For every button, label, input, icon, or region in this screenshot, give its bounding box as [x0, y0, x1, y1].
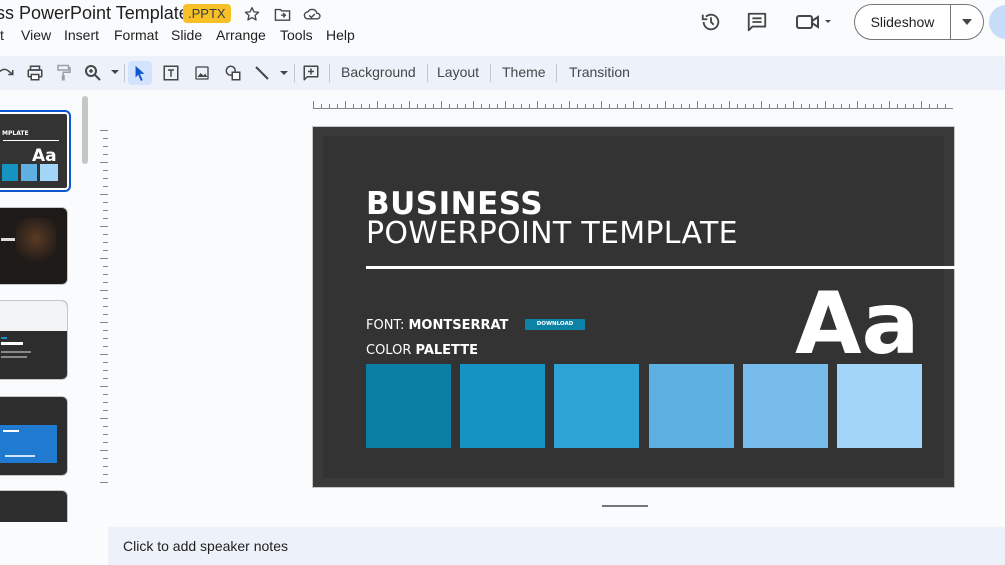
- menu-format[interactable]: Format: [114, 27, 158, 43]
- palette-swatch-6[interactable]: [837, 364, 922, 448]
- menu-edit[interactable]: t: [0, 27, 4, 43]
- slideshow-label[interactable]: Slideshow: [855, 5, 951, 39]
- slide-thumbnail-1[interactable]: MPLATE Aa: [0, 110, 71, 192]
- color-prefix: COLOR: [366, 343, 416, 358]
- background-button[interactable]: Background: [341, 64, 416, 80]
- star-icon[interactable]: [241, 3, 263, 25]
- vertical-ruler[interactable]: [99, 130, 109, 490]
- menu-arrange[interactable]: Arrange: [216, 27, 266, 43]
- thumbnail-text-line: [3, 430, 19, 432]
- select-arrow-icon[interactable]: [128, 61, 152, 85]
- redo-icon[interactable]: [0, 61, 18, 85]
- line-icon[interactable]: [252, 61, 292, 85]
- toolbar-divider: [427, 64, 428, 82]
- menu-tools[interactable]: Tools: [280, 27, 313, 43]
- menu-slide[interactable]: Slide: [171, 27, 202, 43]
- slide-thumbnail-3[interactable]: [0, 300, 68, 380]
- slideshow-button[interactable]: Slideshow: [854, 4, 984, 40]
- palette-swatch-4[interactable]: [649, 364, 734, 448]
- paint-format-icon[interactable]: [52, 61, 76, 85]
- toolbar-divider: [329, 64, 330, 82]
- toolbar-divider: [490, 64, 491, 82]
- slide-thumbnail-4[interactable]: [0, 396, 68, 476]
- filmstrip-scrollbar[interactable]: [82, 96, 88, 164]
- slide-font-label[interactable]: FONT: MONTSERRAT: [366, 318, 508, 333]
- palette-swatch-3[interactable]: [554, 364, 639, 448]
- thumbnail-divider: [3, 140, 59, 141]
- thumbnail-text-line: [5, 455, 35, 457]
- shape-icon[interactable]: [221, 61, 245, 85]
- slide-aa-sample[interactable]: Aa: [795, 281, 920, 367]
- horizontal-ruler[interactable]: [313, 99, 953, 109]
- document-title[interactable]: ss PowerPoint Template: [0, 3, 189, 24]
- toolbar-divider: [556, 64, 557, 82]
- menu-insert[interactable]: Insert: [64, 27, 99, 43]
- meet-camera-icon[interactable]: [793, 8, 833, 36]
- text-box-icon[interactable]: [159, 61, 183, 85]
- slide-filmstrip: MPLATE Aa: [0, 92, 92, 522]
- slide-thumbnail-2[interactable]: [0, 207, 68, 285]
- menu-help[interactable]: Help: [326, 27, 355, 43]
- slide-color-label[interactable]: COLOR PALETTE: [366, 343, 478, 358]
- slide-download-button[interactable]: DOWNLOAD: [525, 319, 585, 330]
- thumbnail-text-line: [1, 238, 15, 241]
- slideshow-dropdown-icon[interactable]: [951, 19, 983, 25]
- slide-background: BUSINESS POWERPOINT TEMPLATE Aa FONT: MO…: [323, 136, 956, 478]
- theme-button[interactable]: Theme: [502, 64, 546, 80]
- palette-swatch-2[interactable]: [460, 364, 545, 448]
- thumbnail-accent: [1, 337, 7, 339]
- slide-thumbnail-5[interactable]: [0, 490, 68, 522]
- file-type-badge: .PPTX: [183, 4, 231, 23]
- speaker-notes-placeholder[interactable]: Click to add speaker notes: [123, 538, 288, 554]
- thumbnail-swatch: [40, 164, 58, 181]
- toolbar-divider: [124, 64, 125, 82]
- palette-swatch-5[interactable]: [743, 364, 828, 448]
- thumbnail-text-line: [1, 342, 23, 345]
- thumbnail-photo: [16, 218, 56, 268]
- thumbnail-text-line: [1, 356, 27, 358]
- color-word: PALETTE: [415, 343, 478, 358]
- font-name: MONTSERRAT: [408, 318, 509, 333]
- palette-swatch-1[interactable]: [366, 364, 451, 448]
- font-prefix: FONT:: [366, 318, 409, 333]
- thumbnail-text-line: [1, 351, 31, 353]
- add-comment-icon[interactable]: [299, 61, 323, 85]
- layout-button[interactable]: Layout: [437, 64, 479, 80]
- menu-view[interactable]: View: [21, 27, 51, 43]
- move-to-folder-icon[interactable]: [271, 3, 293, 25]
- thumbnail-swatch: [2, 164, 18, 181]
- slide-divider-line[interactable]: [366, 266, 956, 269]
- toolbar-divider: [294, 64, 295, 82]
- zoom-icon[interactable]: [82, 61, 122, 85]
- thumbnail-title-text: MPLATE: [2, 130, 29, 137]
- version-history-icon[interactable]: [697, 8, 725, 36]
- thumbnail-image-area: [0, 301, 67, 331]
- cloud-saved-icon[interactable]: [301, 3, 323, 25]
- print-icon[interactable]: [23, 61, 47, 85]
- comments-icon[interactable]: [743, 8, 771, 36]
- current-slide[interactable]: BUSINESS POWERPOINT TEMPLATE Aa FONT: MO…: [312, 126, 956, 488]
- thumbnail-swatch: [21, 164, 37, 181]
- thumbnail-aa: Aa: [32, 146, 57, 166]
- slide-title-line2[interactable]: POWERPOINT TEMPLATE: [366, 216, 738, 251]
- transition-button[interactable]: Transition: [569, 64, 630, 80]
- insert-image-icon[interactable]: [190, 61, 214, 85]
- notes-resize-handle[interactable]: [602, 505, 648, 507]
